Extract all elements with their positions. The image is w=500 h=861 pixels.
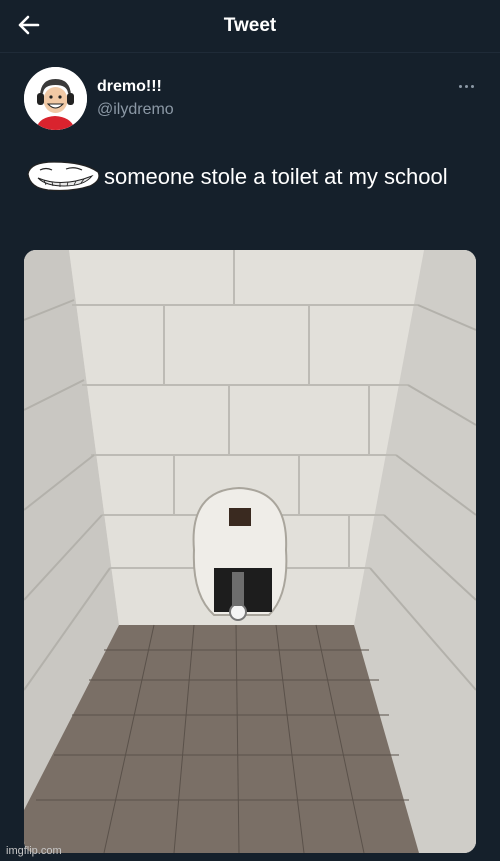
author-name[interactable]: dremo!!! — [97, 78, 162, 96]
page-title: Tweet — [223, 15, 277, 36]
avatar-image — [24, 67, 87, 130]
avatar[interactable] — [24, 67, 87, 130]
tweet-text: someone stole a toilet at my school — [24, 160, 474, 192]
more-dots-icon — [458, 84, 462, 88]
tweet-body: someone stole a toilet at my school — [104, 164, 448, 189]
author-handle[interactable]: @ilydremo — [97, 101, 174, 119]
trollface-icon — [24, 160, 102, 192]
tweet-photo[interactable] — [24, 250, 476, 853]
bathroom-photo — [24, 250, 476, 853]
more-options-button[interactable] — [452, 78, 480, 94]
top-bar: Tweet — [0, 0, 500, 53]
watermark-text: imgflip.com — [6, 845, 62, 857]
